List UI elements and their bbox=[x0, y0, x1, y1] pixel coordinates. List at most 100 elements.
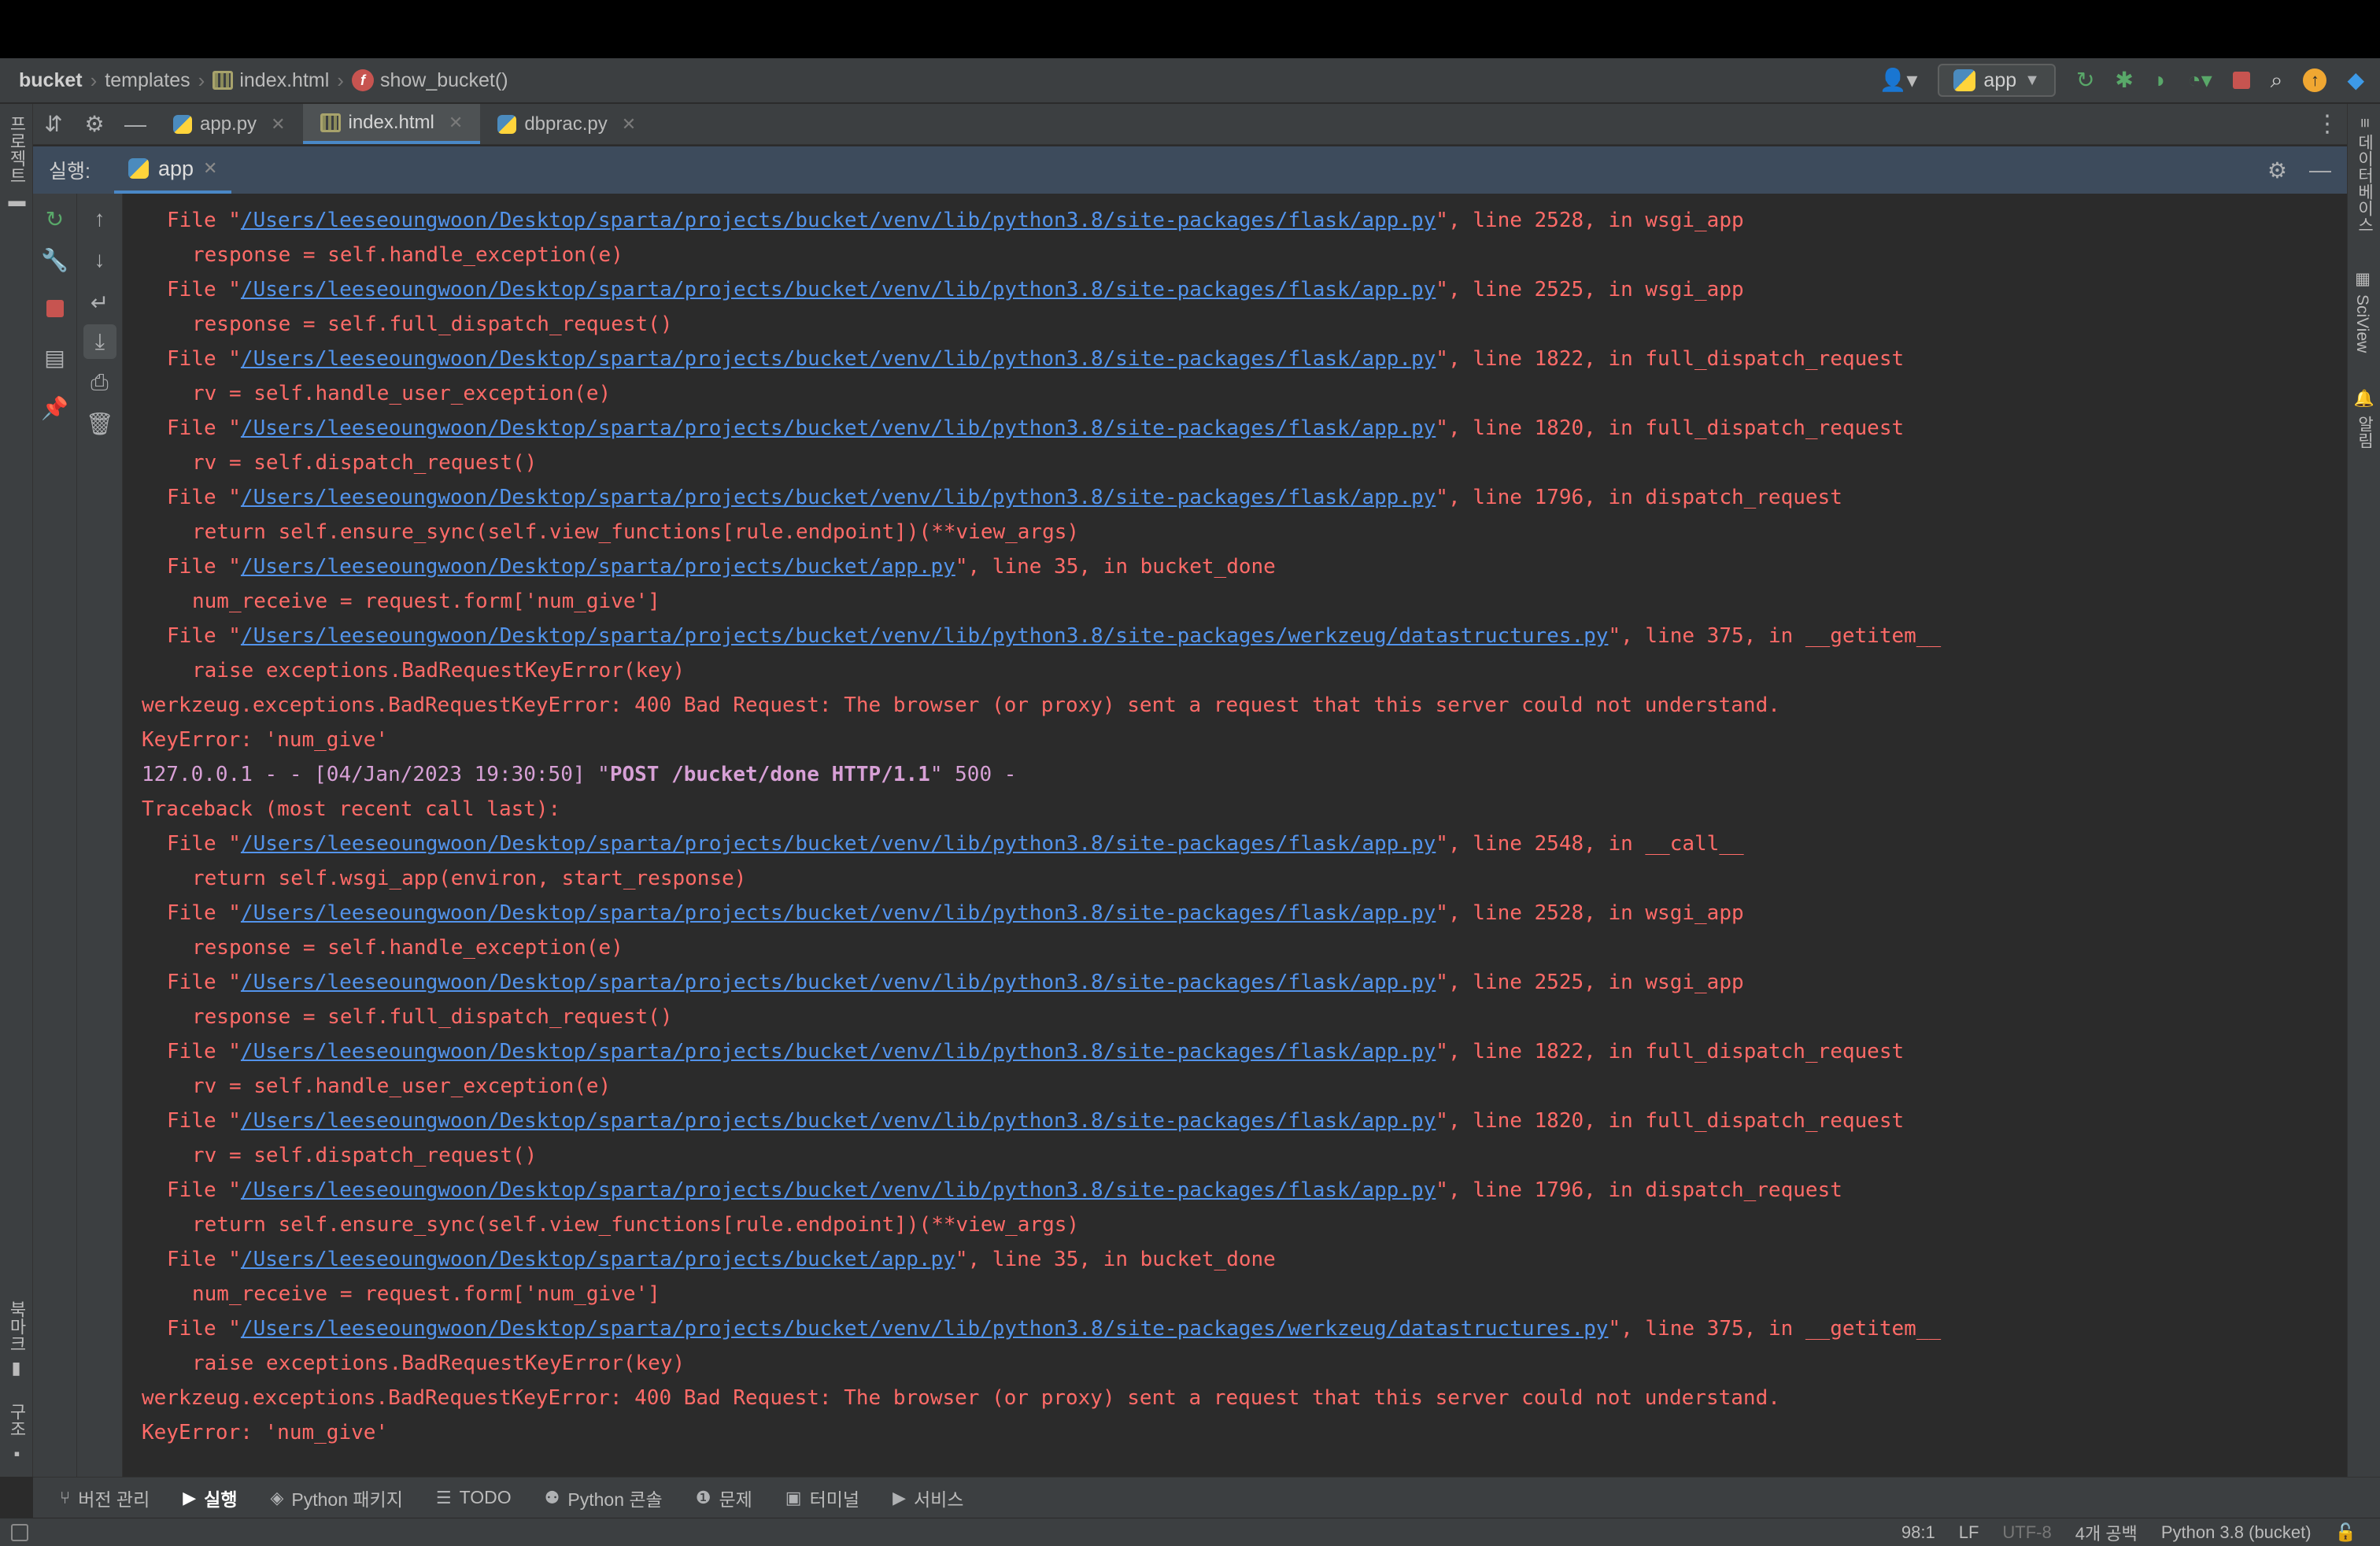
console-text: response = self.full_dispatch_request() bbox=[192, 313, 673, 336]
bottom-tool-6[interactable]: ❶ 문제 bbox=[682, 1478, 767, 1518]
bottom-tool-3[interactable]: ◈ Python 패키지 bbox=[256, 1478, 416, 1518]
file-link[interactable]: /Users/leeseoungwoon/Desktop/sparta/proj… bbox=[241, 416, 1436, 440]
file-link[interactable]: /Users/leeseoungwoon/Desktop/sparta/proj… bbox=[241, 901, 1436, 925]
profile-icon[interactable]: ◔▾ bbox=[2188, 69, 2212, 91]
breadcrumb-function[interactable]: f show_bucket() bbox=[351, 69, 508, 92]
stop-icon[interactable] bbox=[2232, 72, 2250, 89]
warning-icon: ❶ bbox=[695, 1487, 711, 1507]
arrow-down-icon[interactable]: ↓ bbox=[77, 242, 122, 277]
gear-icon[interactable]: ⚙ bbox=[74, 104, 115, 144]
arrow-up-icon[interactable]: ↑ bbox=[77, 202, 122, 236]
console-text: File " bbox=[167, 209, 241, 232]
update-icon[interactable]: ↑ bbox=[2303, 68, 2327, 92]
file-link[interactable]: /Users/leeseoungwoon/Desktop/sparta/proj… bbox=[241, 347, 1436, 371]
breadcrumb-project[interactable]: bucket bbox=[19, 69, 83, 92]
file-link[interactable]: /Users/leeseoungwoon/Desktop/sparta/proj… bbox=[241, 624, 1609, 648]
rerun-icon[interactable]: ↻ bbox=[33, 202, 76, 236]
close-icon[interactable]: ✕ bbox=[622, 114, 636, 135]
plugin-icon[interactable]: ◆ bbox=[2347, 69, 2364, 91]
indent-setting[interactable]: 4개 공백 bbox=[2075, 1520, 2138, 1545]
file-link[interactable]: /Users/leeseoungwoon/Desktop/sparta/proj… bbox=[241, 278, 1436, 301]
file-link[interactable]: /Users/leeseoungwoon/Desktop/sparta/proj… bbox=[241, 832, 1436, 856]
line-separator[interactable]: LF bbox=[1959, 1522, 1979, 1543]
rerun-icon[interactable]: ↻ bbox=[2076, 69, 2094, 91]
file-link[interactable]: /Users/leeseoungwoon/Desktop/sparta/proj… bbox=[241, 1109, 1436, 1133]
scroll-to-end-icon[interactable]: ⤓ bbox=[83, 324, 116, 359]
file-encoding[interactable]: UTF-8 bbox=[2002, 1522, 2051, 1543]
navigation-bar: bucket › templates › index.html › f show… bbox=[0, 58, 2380, 104]
database-tool-button[interactable]: ≡ 데이터베이스 bbox=[2352, 118, 2376, 233]
python-interpreter[interactable]: Python 3.8 (bucket) bbox=[2161, 1522, 2312, 1543]
user-icon[interactable]: 👤▾ bbox=[1879, 69, 1918, 91]
bottom-tool-label: 문제 bbox=[719, 1489, 752, 1510]
file-link[interactable]: /Users/leeseoungwoon/Desktop/sparta/proj… bbox=[241, 1248, 955, 1271]
bookmarks-tool-button[interactable]: 북마크 ▮ bbox=[3, 1300, 30, 1378]
notifications-tool-button[interactable]: 🔔 알림 bbox=[2352, 389, 2376, 449]
bottom-tool-7[interactable]: ▣ 터미널 bbox=[771, 1478, 874, 1518]
tab-index-html[interactable]: index.html ✕ bbox=[302, 104, 481, 144]
console-line: File "/Users/leeseoungwoon/Desktop/spart… bbox=[123, 272, 2347, 307]
pin-icon[interactable]: 📌 bbox=[33, 390, 76, 425]
console-text: response = self.handle_exception(e) bbox=[192, 243, 623, 267]
soft-wrap-icon[interactable]: ↵ bbox=[77, 285, 122, 320]
console-text: File " bbox=[167, 1248, 241, 1271]
gear-icon[interactable]: ⚙ bbox=[2267, 157, 2287, 183]
close-icon[interactable]: ✕ bbox=[203, 158, 217, 179]
left-tool-stripe: 프로젝트 ▬ 북마크 ▮ 구조 ▪ bbox=[0, 104, 33, 1477]
file-link[interactable]: /Users/leeseoungwoon/Desktop/sparta/proj… bbox=[241, 209, 1436, 232]
minimize-icon[interactable]: — bbox=[115, 104, 156, 144]
console-text: ", line 2528, in wsgi_app bbox=[1436, 901, 1744, 925]
bottom-tool-label: 서비스 bbox=[913, 1489, 964, 1510]
bottom-tool-bar: ⑂ 버전 관리 ▶ 실행 ◈ Python 패키지 ☰ TODO ⚉ Python 콘솔 ❶ 문제 ▣ 터… bbox=[33, 1477, 2380, 1518]
wrench-icon[interactable]: 🔧 bbox=[33, 242, 76, 277]
stop-button[interactable] bbox=[33, 291, 76, 326]
console-line: raise exceptions.BadRequestKeyError(key) bbox=[123, 653, 2347, 688]
console-line: num_receive = request.form['num_give'] bbox=[123, 1277, 2347, 1311]
run-tab-app[interactable]: app ✕ bbox=[113, 146, 232, 194]
file-link[interactable]: /Users/leeseoungwoon/Desktop/sparta/proj… bbox=[241, 1178, 1436, 1202]
console-text: ", line 2548, in __call__ bbox=[1436, 832, 1744, 856]
layout-toggle-icon[interactable] bbox=[11, 1523, 28, 1541]
lock-icon[interactable]: 🔓 bbox=[2335, 1522, 2356, 1543]
file-link[interactable]: /Users/leeseoungwoon/Desktop/sparta/proj… bbox=[241, 1040, 1436, 1063]
bottom-tool-label: 실행 bbox=[204, 1489, 238, 1510]
coverage-icon[interactable]: ◗ bbox=[2154, 69, 2168, 91]
console-line: File "/Users/leeseoungwoon/Desktop/spart… bbox=[123, 203, 2347, 238]
print-icon[interactable]: ⎙ bbox=[77, 365, 122, 400]
file-link[interactable]: /Users/leeseoungwoon/Desktop/sparta/proj… bbox=[241, 486, 1436, 509]
close-icon[interactable]: ✕ bbox=[449, 113, 463, 133]
more-options-icon[interactable]: ⋮ bbox=[2308, 104, 2347, 144]
caret-position[interactable]: 98:1 bbox=[1901, 1522, 1935, 1543]
breadcrumb-folder[interactable]: templates bbox=[105, 69, 190, 92]
structure-tool-button[interactable]: 구조 ▪ bbox=[3, 1403, 30, 1463]
tab-app-py[interactable]: app.py ✕ bbox=[156, 104, 303, 144]
tab-dbprac-py[interactable]: dbprac.py ✕ bbox=[480, 104, 653, 144]
console-line: response = self.handle_exception(e) bbox=[123, 930, 2347, 965]
file-link[interactable]: /Users/leeseoungwoon/Desktop/sparta/proj… bbox=[241, 971, 1436, 994]
run-configuration-dropdown[interactable]: app ▼ bbox=[1938, 64, 2056, 97]
minimize-icon[interactable]: — bbox=[2309, 157, 2331, 183]
sciview-tool-button[interactable]: ▦ SciView bbox=[2352, 269, 2371, 353]
file-link[interactable]: /Users/leeseoungwoon/Desktop/sparta/proj… bbox=[241, 555, 955, 579]
play-icon: ▶ bbox=[183, 1487, 197, 1507]
bottom-tool-label: Python 콘솔 bbox=[567, 1489, 663, 1510]
bottom-tool-1[interactable]: ⑂ 버전 관리 bbox=[46, 1478, 164, 1518]
file-link[interactable]: /Users/leeseoungwoon/Desktop/sparta/proj… bbox=[241, 1317, 1609, 1341]
breadcrumb-file[interactable]: index.html bbox=[213, 69, 329, 92]
bottom-tool-8[interactable]: ▶ 서비스 bbox=[878, 1478, 978, 1518]
bottom-tool-5[interactable]: ⚉ Python 콘솔 bbox=[530, 1478, 677, 1518]
close-icon[interactable]: ✕ bbox=[271, 114, 285, 135]
search-icon[interactable]: ⌕ bbox=[2271, 69, 2283, 91]
project-tool-button[interactable]: 프로젝트 ▬ bbox=[3, 115, 30, 210]
console-text: " 500 - bbox=[929, 763, 1017, 786]
layout-icon[interactable]: ▤ bbox=[33, 340, 76, 375]
console-line: rv = self.handle_user_exception(e) bbox=[123, 376, 2347, 411]
collapse-icon[interactable]: ⇵ bbox=[33, 104, 74, 144]
run-console-output[interactable]: File "/Users/leeseoungwoon/Desktop/spart… bbox=[123, 194, 2347, 1477]
trash-icon[interactable]: 🗑 bbox=[77, 406, 122, 441]
python-icon bbox=[128, 158, 149, 179]
debug-icon[interactable]: ✱ bbox=[2115, 69, 2133, 91]
bottom-tool-2[interactable]: ▶ 실행 bbox=[168, 1478, 251, 1518]
bottom-tool-label: TODO bbox=[459, 1487, 512, 1507]
bottom-tool-4[interactable]: ☰ TODO bbox=[422, 1478, 526, 1518]
